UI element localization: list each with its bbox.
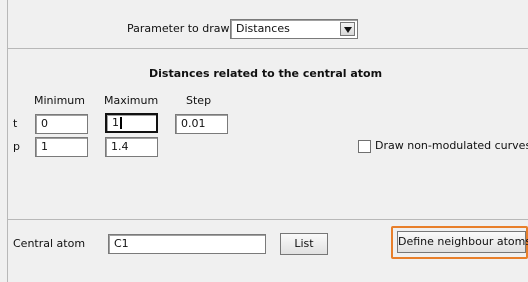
divider-bottom: [7, 219, 528, 220]
p-minimum-input[interactable]: 1: [35, 137, 88, 157]
central-atom-input[interactable]: C1: [108, 234, 266, 254]
chevron-down-icon: [344, 27, 352, 33]
section-title: Distances related to the central atom: [149, 67, 383, 80]
column-maximum: Maximum: [104, 94, 159, 107]
parameter-select[interactable]: Distances: [230, 19, 358, 39]
row-label-p: p: [13, 140, 20, 153]
central-atom-label: Central atom: [13, 237, 86, 250]
define-neighbour-atoms-button[interactable]: Define neighbour atoms: [397, 231, 528, 253]
t-maximum-input[interactable]: 1: [105, 113, 158, 133]
parameter-select-value: Distances: [236, 22, 290, 35]
list-button[interactable]: List: [280, 233, 328, 255]
column-step: Step: [186, 94, 212, 107]
text-cursor: [120, 117, 122, 129]
divider-top: [7, 48, 528, 49]
non-modulated-label[interactable]: Draw non-modulated curves: [375, 139, 528, 153]
left-border: [7, 0, 8, 282]
t-minimum-input[interactable]: 0: [35, 114, 88, 134]
p-maximum-input[interactable]: 1.4: [105, 137, 158, 157]
column-minimum: Minimum: [34, 94, 85, 107]
parameter-label: Parameter to draw: [127, 22, 230, 35]
dropdown-arrow-icon[interactable]: [340, 22, 355, 36]
non-modulated-checkbox[interactable]: [358, 140, 371, 153]
t-step-input[interactable]: 0.01: [175, 114, 228, 134]
row-label-t: t: [13, 117, 18, 130]
